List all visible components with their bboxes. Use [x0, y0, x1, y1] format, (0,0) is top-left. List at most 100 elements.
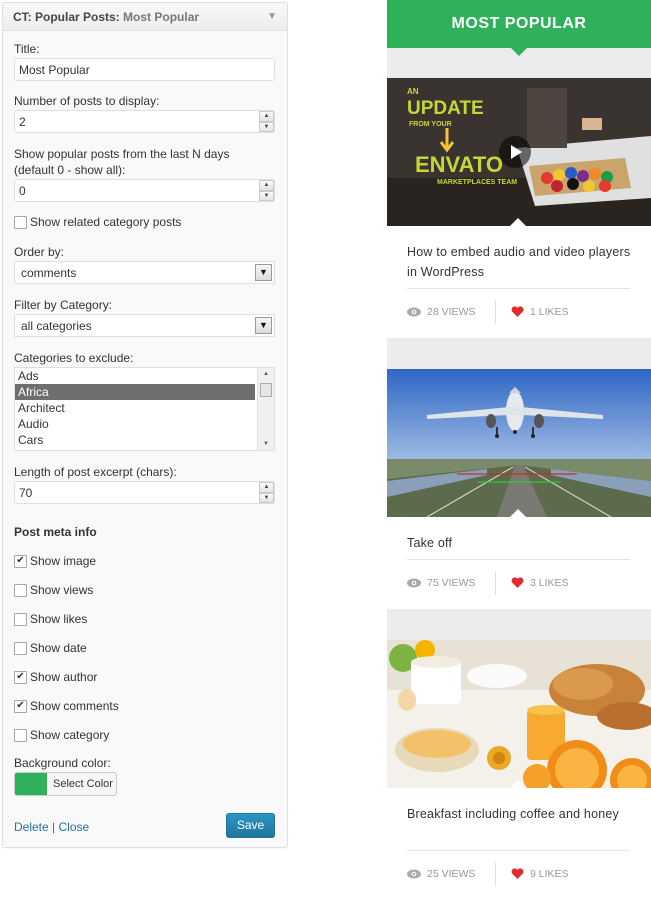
filter-select[interactable]: all categories ▼ — [14, 314, 275, 337]
post-divider — [407, 850, 630, 851]
dropdown-arrow-icon[interactable]: ▼ — [255, 264, 272, 281]
exclude-option[interactable]: Ads — [15, 368, 255, 384]
related-row[interactable]: Show related category posts — [14, 215, 181, 229]
eye-icon — [407, 578, 421, 588]
show-author-checkbox[interactable]: ✔ — [14, 670, 27, 684]
spin-up-icon[interactable]: ▲ — [259, 482, 274, 493]
select-color-button[interactable]: Select Color — [14, 772, 117, 796]
scroll-up-icon[interactable]: ▲ — [258, 368, 274, 380]
num-posts-input[interactable] — [14, 110, 275, 133]
spin-up-icon[interactable]: ▲ — [259, 111, 274, 122]
likes-count: 1 LIKES — [530, 306, 569, 318]
post-title[interactable]: Breakfast including coffee and honey — [407, 804, 632, 824]
exclude-option-selected[interactable]: Africa — [15, 384, 255, 400]
show-comments-row[interactable]: ✔ Show comments — [14, 699, 119, 713]
exclude-listbox[interactable]: Ads Africa Architect Audio Cars ▲ ▼ — [14, 367, 275, 451]
filter-label: Filter by Category: — [14, 298, 113, 312]
widget-header[interactable]: CT: Popular Posts: Most Popular ▼ — [3, 3, 287, 31]
spin-down-icon[interactable]: ▼ — [259, 121, 274, 132]
post-card: Take off 75 VIEWS 3 LIKES — [387, 369, 651, 609]
show-date-label: Show date — [30, 641, 87, 655]
show-category-checkbox[interactable] — [14, 728, 27, 742]
listbox-scrollbar[interactable]: ▲ ▼ — [257, 368, 274, 450]
show-author-label: Show author — [30, 670, 98, 684]
days-label-line2: (default 0 - show all): — [14, 163, 126, 177]
popular-posts-preview: MOST POPULAR AN UPDATE FROM YOUR ENVATO … — [387, 0, 651, 903]
dropdown-arrow-icon[interactable]: ▼ — [255, 317, 272, 334]
post-image-pool: AN UPDATE FROM YOUR ENVATO MARKETPLACES … — [387, 78, 651, 226]
show-views-row[interactable]: Show views — [14, 583, 93, 597]
views-count: 25 VIEWS — [427, 868, 476, 880]
exclude-option[interactable]: Cars — [15, 432, 255, 448]
show-comments-checkbox[interactable]: ✔ — [14, 699, 27, 713]
preview-header: MOST POPULAR — [387, 0, 651, 56]
views-stat: 75 VIEWS — [407, 577, 475, 589]
related-checkbox[interactable] — [14, 215, 27, 229]
heart-icon[interactable] — [511, 868, 524, 880]
show-date-checkbox[interactable] — [14, 641, 27, 655]
close-link[interactable]: Close — [59, 820, 90, 834]
image-text: UPDATE — [407, 98, 484, 119]
likes-stat[interactable]: 3 LIKES — [511, 577, 569, 589]
widget-subtitle: Most Popular — [123, 9, 200, 24]
show-image-label: Show image — [30, 554, 97, 568]
show-image-checkbox[interactable]: ✔ — [14, 554, 27, 568]
image-text: FROM YOUR — [409, 121, 452, 128]
show-author-row[interactable]: ✔ Show author — [14, 670, 97, 684]
spin-down-icon[interactable]: ▼ — [259, 492, 274, 503]
exclude-option[interactable]: Architect — [15, 400, 255, 416]
heart-icon[interactable] — [511, 577, 524, 589]
widget-title-text: CT: Popular Posts: — [13, 9, 120, 24]
show-views-label: Show views — [30, 583, 94, 597]
post-thumbnail[interactable] — [387, 640, 651, 788]
bg-color-label: Background color: — [14, 756, 111, 770]
select-color-label: Select Color — [53, 778, 113, 790]
likes-stat[interactable]: 1 LIKES — [511, 306, 569, 318]
image-text: AN — [407, 87, 419, 96]
show-views-checkbox[interactable] — [14, 583, 27, 597]
scroll-thumb[interactable] — [260, 383, 272, 397]
delete-link[interactable]: Delete — [14, 820, 49, 834]
order-select[interactable]: comments ▼ — [14, 261, 275, 284]
image-notch — [510, 218, 526, 226]
show-comments-label: Show comments — [30, 699, 119, 713]
show-likes-row[interactable]: Show likes — [14, 612, 87, 626]
title-input[interactable] — [14, 58, 275, 81]
eye-icon — [407, 869, 421, 879]
spin-up-icon[interactable]: ▲ — [259, 180, 274, 191]
show-image-row[interactable]: ✔ Show image — [14, 554, 96, 568]
likes-stat[interactable]: 9 LIKES — [511, 868, 569, 880]
post-meta: 28 VIEWS 1 LIKES — [407, 300, 632, 324]
days-input[interactable] — [14, 179, 275, 202]
spin-down-icon[interactable]: ▼ — [259, 190, 274, 201]
post-card: AN UPDATE FROM YOUR ENVATO MARKETPLACES … — [387, 78, 651, 338]
show-category-row[interactable]: Show category — [14, 728, 109, 742]
title-label: Title: — [14, 42, 40, 56]
show-likes-checkbox[interactable] — [14, 612, 27, 626]
widget-links: Delete | Close — [14, 820, 89, 834]
post-title[interactable]: Take off — [407, 533, 632, 553]
header-notch — [511, 48, 527, 56]
meta-separator — [495, 571, 496, 595]
show-date-row[interactable]: Show date — [14, 641, 87, 655]
excerpt-input[interactable] — [14, 481, 275, 504]
save-button[interactable]: Save — [226, 813, 275, 838]
post-thumbnail[interactable]: AN UPDATE FROM YOUR ENVATO MARKETPLACES … — [387, 78, 651, 226]
excerpt-label: Length of post excerpt (chars): — [14, 465, 177, 479]
post-thumbnail[interactable] — [387, 369, 651, 517]
scroll-down-icon[interactable]: ▼ — [258, 438, 274, 450]
link-separator: | — [52, 820, 56, 834]
exclude-option[interactable]: Audio — [15, 416, 255, 432]
post-title[interactable]: How to embed audio and video players in … — [407, 242, 632, 282]
collapse-arrow-icon[interactable]: ▼ — [267, 11, 277, 22]
order-value: comments — [21, 266, 77, 280]
eye-icon — [407, 307, 421, 317]
views-stat: 28 VIEWS — [407, 306, 475, 318]
exclude-label: Categories to exclude: — [14, 351, 134, 365]
widget-title: CT: Popular Posts: Most Popular — [13, 10, 199, 24]
filter-value: all categories — [21, 319, 92, 333]
image-notch — [510, 509, 526, 517]
heart-icon[interactable] — [511, 306, 524, 318]
show-category-label: Show category — [30, 728, 110, 742]
excerpt-stepper: ▲▼ — [14, 481, 275, 504]
